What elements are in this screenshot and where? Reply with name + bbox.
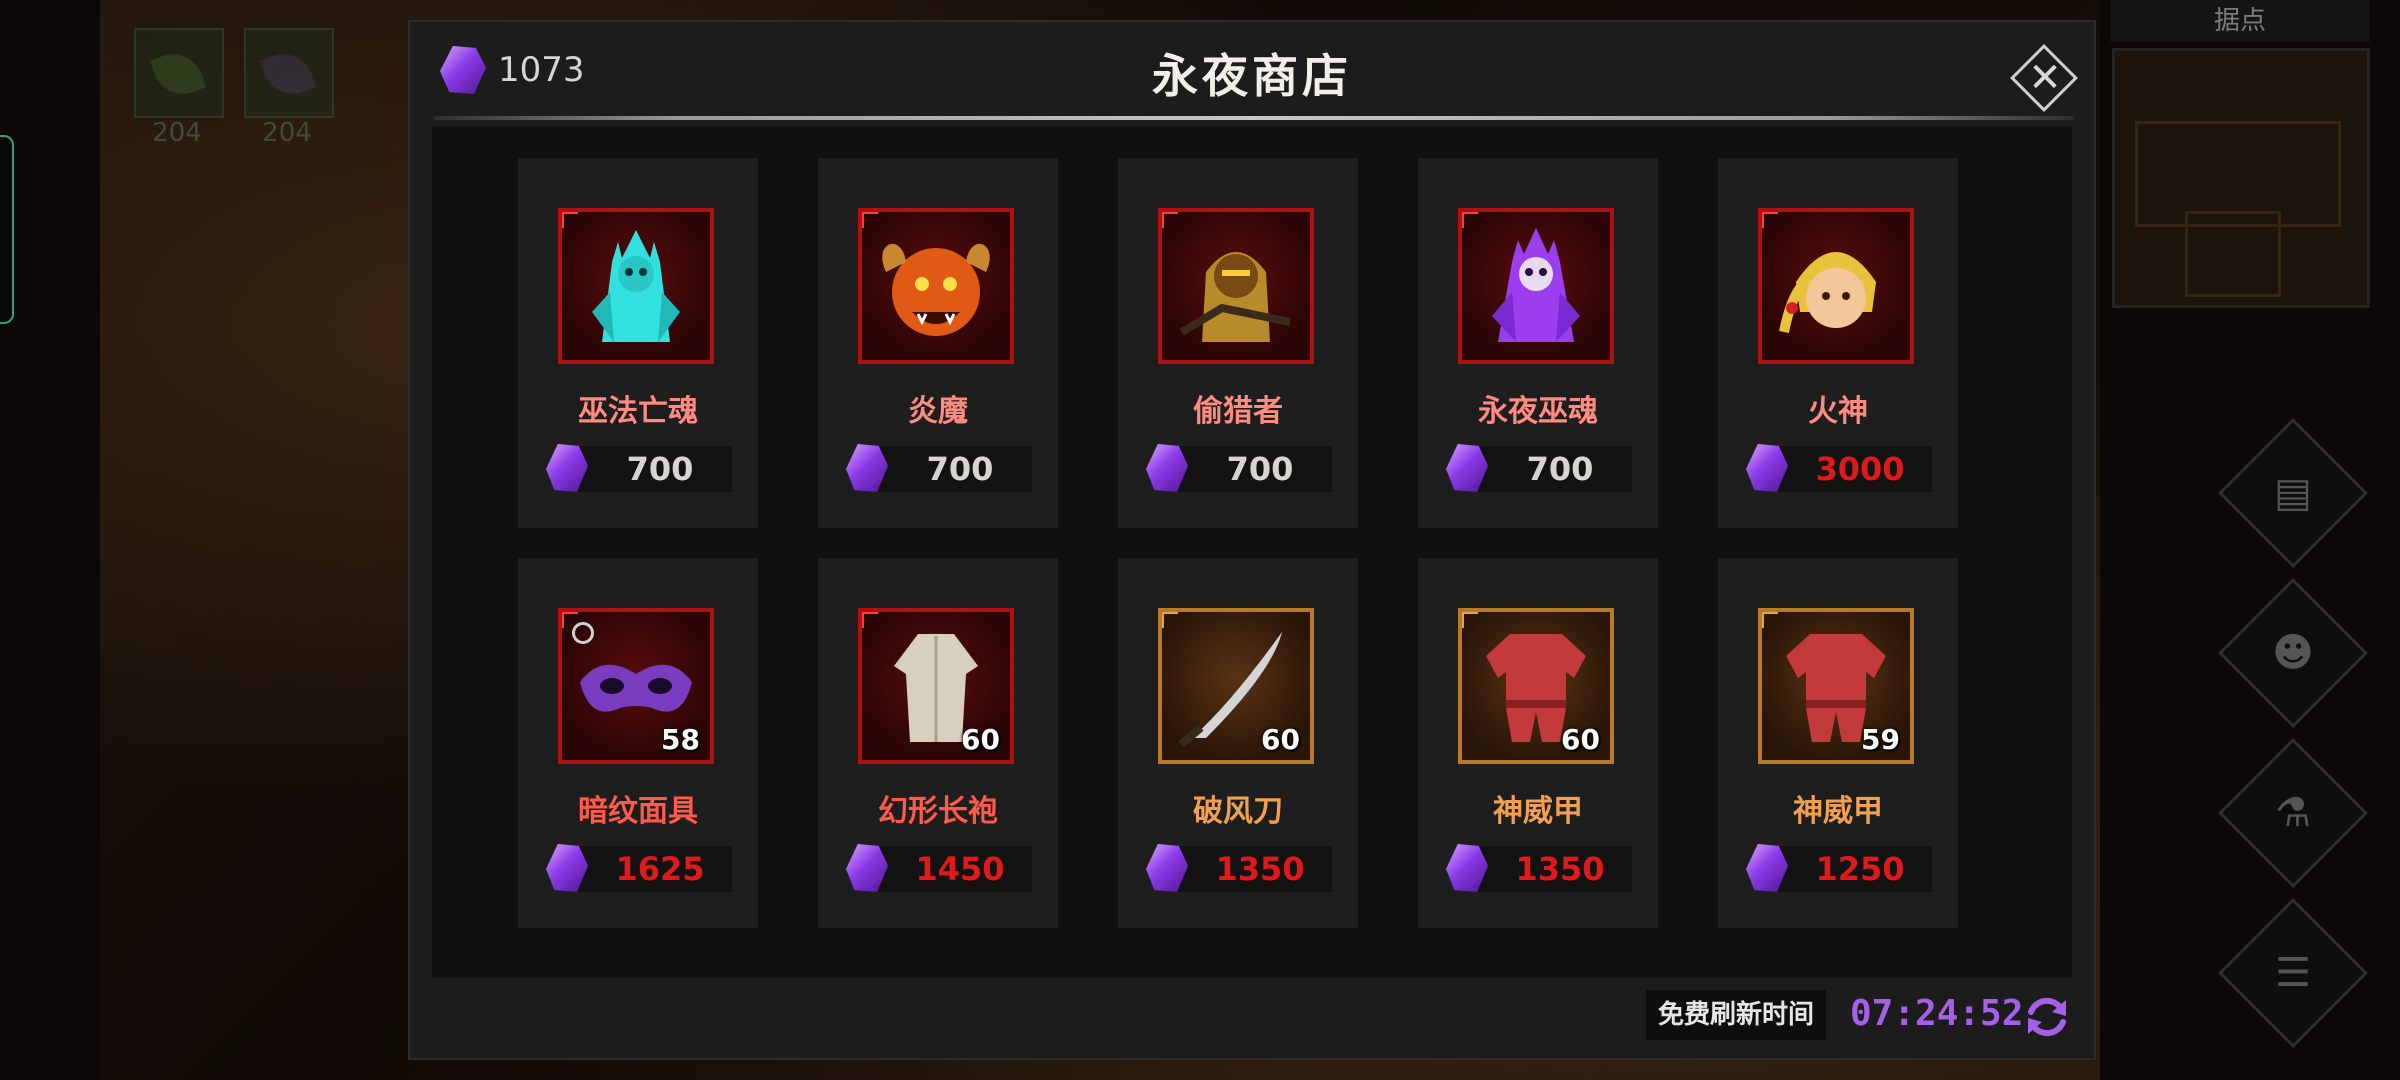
item-price-row[interactable]: 700 bbox=[846, 444, 1032, 492]
minimap-room bbox=[2185, 211, 2281, 297]
item-name: 偷猎者 bbox=[1193, 394, 1283, 429]
item-name: 巫法亡魂 bbox=[578, 394, 698, 429]
item-price-row[interactable]: 700 bbox=[1446, 444, 1632, 492]
frame-corner bbox=[1462, 612, 1478, 628]
minimap-title: 据点 bbox=[2110, 0, 2370, 42]
cyan-lich-portrait-icon bbox=[592, 230, 680, 342]
frame-corner bbox=[1462, 212, 1478, 228]
frame-corner bbox=[1762, 612, 1778, 628]
shop-item-card[interactable]: 巫法亡魂 700 bbox=[518, 158, 758, 528]
leaf-skill-icon bbox=[149, 45, 207, 103]
frame-corner bbox=[1162, 612, 1178, 628]
fire-demon-portrait-icon bbox=[882, 243, 990, 336]
item-portrait[interactable]: 60 bbox=[1158, 608, 1314, 764]
minimap[interactable] bbox=[2112, 48, 2370, 308]
item-quantity: 60 bbox=[1261, 723, 1300, 756]
quest-button[interactable]: ▤ bbox=[2218, 418, 2368, 568]
refresh-icon bbox=[2028, 997, 2066, 1037]
free-refresh-label: 免费刷新时间 bbox=[1646, 990, 1827, 1040]
party-icon: ☻ bbox=[2272, 630, 2314, 676]
shop-item-grid: 巫法亡魂 700 炎魔 700 偷猎者 700 永夜巫魂 700 火神 3000… bbox=[432, 126, 2072, 978]
item-price: 3000 bbox=[1815, 450, 1905, 488]
item-price-row[interactable]: 1450 bbox=[846, 844, 1032, 892]
frame-corner bbox=[862, 612, 878, 628]
item-name: 火神 bbox=[1808, 394, 1868, 429]
item-price: 700 bbox=[626, 450, 694, 488]
shop-item-card[interactable]: 60 破风刀 1350 bbox=[1118, 558, 1358, 928]
item-quantity: 60 bbox=[961, 723, 1000, 756]
item-portrait[interactable] bbox=[1158, 208, 1314, 364]
skill-slot-1[interactable] bbox=[134, 28, 224, 118]
skill-slot-1-count: 204 bbox=[152, 118, 202, 148]
left-edge-tab[interactable] bbox=[0, 135, 14, 324]
shop-item-card[interactable]: 58 暗纹面具 1625 bbox=[518, 558, 758, 928]
shop-item-card[interactable]: 炎魔 700 bbox=[818, 158, 1058, 528]
item-name: 永夜巫魂 bbox=[1478, 394, 1598, 429]
item-portrait[interactable] bbox=[558, 208, 714, 364]
menu-list-icon: ☰ bbox=[2275, 950, 2311, 996]
shop-item-card[interactable]: 偷猎者 700 bbox=[1118, 158, 1358, 528]
item-price-row[interactable]: 700 bbox=[1146, 444, 1332, 492]
poacher-portrait-icon bbox=[1179, 252, 1291, 342]
item-quantity: 60 bbox=[1561, 723, 1600, 756]
shop-title: 永夜商店 bbox=[1152, 49, 1352, 103]
item-price: 1350 bbox=[1215, 850, 1305, 888]
equipped-ring-icon bbox=[572, 622, 594, 644]
shop-item-card[interactable]: 60 幻形长袍 1450 bbox=[818, 558, 1058, 928]
frame-corner bbox=[562, 212, 578, 228]
refresh-button[interactable] bbox=[2022, 992, 2072, 1042]
item-price-row[interactable]: 1625 bbox=[546, 844, 732, 892]
close-button[interactable]: ✕ bbox=[2010, 44, 2080, 114]
item-portrait[interactable]: 59 bbox=[1758, 608, 1914, 764]
close-icon: ✕ bbox=[2028, 55, 2062, 101]
item-price-row[interactable]: 1350 bbox=[1446, 844, 1632, 892]
item-portrait[interactable] bbox=[1458, 208, 1614, 364]
item-price: 700 bbox=[1526, 450, 1594, 488]
item-price-row[interactable]: 700 bbox=[546, 444, 732, 492]
item-quantity: 58 bbox=[661, 723, 700, 756]
fire-god-portrait-icon bbox=[1779, 252, 1876, 333]
frame-corner bbox=[1162, 212, 1178, 228]
item-price: 1250 bbox=[1815, 850, 1905, 888]
item-name: 炎魔 bbox=[908, 394, 968, 429]
item-portrait[interactable]: 60 bbox=[858, 608, 1014, 764]
item-name: 幻形长袍 bbox=[878, 794, 998, 829]
item-name: 神威甲 bbox=[1793, 794, 1883, 829]
item-name: 神威甲 bbox=[1493, 794, 1583, 829]
item-name: 暗纹面具 bbox=[578, 794, 698, 829]
shop-item-card[interactable]: 59 神威甲 1250 bbox=[1718, 558, 1958, 928]
item-portrait[interactable] bbox=[1758, 208, 1914, 364]
skill-slot-2[interactable] bbox=[244, 28, 334, 118]
purple-lich-portrait-icon bbox=[1492, 228, 1580, 342]
shop-item-card[interactable]: 火神 3000 bbox=[1718, 158, 1958, 528]
item-quantity: 59 bbox=[1861, 723, 1900, 756]
shop-item-card[interactable]: 永夜巫魂 700 bbox=[1418, 158, 1658, 528]
potion-icon: ⚗ bbox=[2275, 790, 2311, 836]
feather-skill-icon bbox=[259, 45, 317, 103]
title-divider bbox=[434, 116, 2074, 120]
item-price-row[interactable]: 3000 bbox=[1746, 444, 1932, 492]
skill-slot-2-count: 204 bbox=[262, 118, 312, 148]
frame-corner bbox=[862, 212, 878, 228]
potion-button[interactable]: ⚗ bbox=[2218, 738, 2368, 888]
item-portrait[interactable]: 58 bbox=[558, 608, 714, 764]
frame-corner bbox=[1762, 212, 1778, 228]
party-button[interactable]: ☻ bbox=[2218, 578, 2368, 728]
item-portrait[interactable]: 60 bbox=[1458, 608, 1614, 764]
refresh-timer: 07:24:52 bbox=[1850, 993, 2024, 1034]
item-price: 1625 bbox=[615, 850, 705, 888]
shop-item-card[interactable]: 60 神威甲 1350 bbox=[1418, 558, 1658, 928]
item-price: 700 bbox=[926, 450, 994, 488]
item-price: 1450 bbox=[915, 850, 1005, 888]
quest-scroll-icon: ▤ bbox=[2274, 470, 2312, 516]
item-price: 700 bbox=[1226, 450, 1294, 488]
item-price: 1350 bbox=[1515, 850, 1605, 888]
item-name: 破风刀 bbox=[1193, 794, 1283, 829]
item-price-row[interactable]: 1250 bbox=[1746, 844, 1932, 892]
item-portrait[interactable] bbox=[858, 208, 1014, 364]
eternal-night-shop-dialog: 1073 永夜商店 ✕ 巫法亡魂 700 炎魔 700 偷猎者 700 永夜巫魂… bbox=[408, 20, 2096, 1060]
menu-button[interactable]: ☰ bbox=[2218, 898, 2368, 1048]
item-price-row[interactable]: 1350 bbox=[1146, 844, 1332, 892]
